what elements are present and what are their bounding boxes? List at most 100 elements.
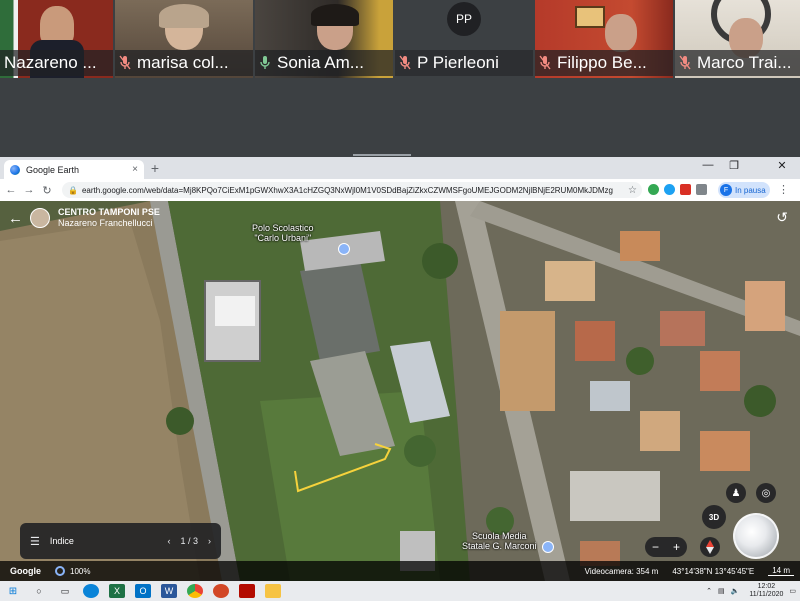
bookmark-star-icon[interactable]: ☆ xyxy=(628,185,637,196)
extension-icon[interactable] xyxy=(664,184,675,195)
zoom-in-button[interactable]: + xyxy=(673,540,680,554)
profile-status: In pausa xyxy=(735,185,766,195)
extension-icon[interactable] xyxy=(680,184,691,195)
index-panel[interactable]: ☰ Indice ‹ 1 / 3 › xyxy=(20,523,221,559)
author-avatar xyxy=(30,208,50,228)
acrobat-icon[interactable] xyxy=(239,584,255,598)
call-background xyxy=(0,78,800,156)
slide-pager: ‹ 1 / 3 › xyxy=(167,536,211,546)
chrome-icon[interactable] xyxy=(187,584,203,598)
clock-date: 11/11/2020 xyxy=(749,591,784,598)
screen: Nazareno ... marisa col... Sonia Am... P… xyxy=(0,0,800,601)
compass-icon[interactable] xyxy=(700,537,720,557)
google-logo: Google xyxy=(10,566,41,576)
tab-google-earth[interactable]: Google Earth × xyxy=(4,160,144,179)
tab-close-icon[interactable]: × xyxy=(132,164,138,175)
participant-tile[interactable]: Marco Trai... xyxy=(675,0,800,78)
mic-muted-icon xyxy=(679,55,691,71)
chevron-right-icon[interactable]: › xyxy=(208,536,211,546)
toggle-3d-button[interactable]: 3D xyxy=(702,505,726,529)
pager-text: 1 / 3 xyxy=(180,536,198,546)
pegman-icon[interactable]: ♟ xyxy=(726,483,746,503)
windows-taskbar: ⊞ ○ ▭ X O W ⌃ ▤ 🔈 12:02 11/11/2020 ▭ xyxy=(0,581,800,601)
scale-bar: 14 m xyxy=(768,566,794,576)
place-label-scuola-media[interactable]: Scuola Media Statale G. Marconi xyxy=(462,531,537,551)
chevron-left-icon[interactable]: ‹ xyxy=(167,536,170,546)
search-icon[interactable]: ○ xyxy=(31,584,47,598)
participant-tile[interactable]: Nazareno ... xyxy=(0,0,113,78)
globe-overview-icon[interactable] xyxy=(733,513,779,559)
system-tray: ⌃ ▤ 🔈 12:02 11/11/2020 ▭ xyxy=(706,583,796,599)
status-bar: Google 100% Videocamera: 354 m 43°14'38"… xyxy=(0,561,800,581)
windows-start-icon[interactable]: ⊞ xyxy=(5,584,21,598)
lock-icon: 🔒 xyxy=(68,185,78,195)
camera-altitude: Videocamera: 354 m xyxy=(584,566,659,576)
participant-name: Nazareno ... xyxy=(4,53,97,72)
powerpoint-icon[interactable] xyxy=(213,584,229,598)
zoom-out-button[interactable]: − xyxy=(652,540,659,554)
restore-button[interactable]: ❐ xyxy=(722,159,746,172)
reload-icon[interactable]: ↻ xyxy=(38,184,56,197)
task-view-icon[interactable]: ▭ xyxy=(57,584,73,598)
profile-avatar: F xyxy=(720,184,732,196)
mic-muted-icon xyxy=(539,55,551,71)
place-pin-icon[interactable] xyxy=(542,541,554,553)
participant-name: Filippo Be... xyxy=(557,53,647,72)
participant-tile[interactable]: Filippo Be... xyxy=(535,0,673,78)
loading-indicator-icon xyxy=(55,566,65,576)
zoom-controls: − + xyxy=(645,537,687,557)
file-explorer-icon[interactable] xyxy=(265,584,281,598)
participant-strip: Nazareno ... marisa col... Sonia Am... P… xyxy=(0,0,800,78)
project-title: CENTRO TAMPONI PSE xyxy=(58,207,160,217)
participant-avatar: PP xyxy=(447,2,481,36)
loading-percent: 100% xyxy=(70,566,91,576)
back-arrow-icon[interactable]: ← xyxy=(2,184,20,196)
presentation-drag-handle[interactable] xyxy=(353,154,411,156)
address-bar[interactable]: 🔒 earth.google.com/web/data=Mj8KPQo7CiEx… xyxy=(62,182,642,198)
new-tab-button[interactable]: + xyxy=(148,160,162,176)
outlook-icon[interactable]: O xyxy=(135,584,151,598)
more-menu-icon[interactable]: ⋮ xyxy=(778,183,789,196)
participant-name: Marco Trai... xyxy=(697,53,792,72)
participant-tile[interactable]: marisa col... xyxy=(115,0,253,78)
volume-icon[interactable]: 🔈 xyxy=(731,587,740,595)
participant-tile[interactable]: PP P Pierleoni xyxy=(395,0,533,78)
browser-toolbar: ← → ↻ 🔒 earth.google.com/web/data=Mj8KPQ… xyxy=(0,179,800,201)
extensions-puzzle-icon[interactable] xyxy=(696,184,707,195)
google-earth-favicon-icon xyxy=(10,164,20,175)
my-location-icon[interactable]: ◎ xyxy=(756,483,776,503)
tab-title: Google Earth xyxy=(26,164,80,175)
list-icon: ☰ xyxy=(30,535,40,548)
url-text: earth.google.com/web/data=Mj8KPQo7CiExM1… xyxy=(81,185,613,195)
extension-icon[interactable] xyxy=(648,184,659,195)
earth-map-view[interactable]: ← CENTRO TAMPONI PSE Nazareno Franchellu… xyxy=(0,201,800,581)
tab-bar: Google Earth × + — ❐ ✕ xyxy=(0,157,800,179)
minimize-button[interactable]: — xyxy=(696,159,720,171)
close-window-button[interactable]: ✕ xyxy=(770,159,794,172)
project-author: Nazareno Franchellucci xyxy=(58,218,153,228)
coordinates: 43°14'38"N 13°45'45"E xyxy=(672,566,755,576)
reset-view-icon[interactable]: ↺ xyxy=(776,209,788,226)
mic-muted-icon xyxy=(119,55,131,71)
notification-icon[interactable]: ▭ xyxy=(789,587,796,595)
participant-tile[interactable]: Sonia Am... xyxy=(255,0,393,78)
excel-icon[interactable]: X xyxy=(109,584,125,598)
profile-button[interactable]: F In pausa xyxy=(718,182,770,198)
participant-name: P Pierleoni xyxy=(417,53,499,72)
place-pin-icon[interactable] xyxy=(338,243,350,255)
participant-name: marisa col... xyxy=(137,53,229,72)
edge-icon[interactable] xyxy=(83,584,99,598)
place-label-polo-scolastico[interactable]: Polo Scolastico "Carlo Urbani" xyxy=(252,223,314,243)
mic-icon xyxy=(259,55,271,71)
back-arrow-icon[interactable]: ← xyxy=(8,210,30,227)
mic-muted-icon xyxy=(399,55,411,71)
forward-arrow-icon[interactable]: → xyxy=(20,184,38,196)
word-icon[interactable]: W xyxy=(161,584,177,598)
clock[interactable]: 12:02 11/11/2020 xyxy=(749,583,783,599)
clock-time: 12:02 xyxy=(757,583,776,590)
project-header: ← CENTRO TAMPONI PSE Nazareno Franchellu… xyxy=(8,207,160,229)
index-label: Indice xyxy=(49,536,74,546)
browser-window: Google Earth × + — ❐ ✕ ← → ↻ 🔒 earth.goo… xyxy=(0,157,800,581)
tray-chevron-icon[interactable]: ⌃ xyxy=(706,587,712,595)
network-icon[interactable]: ▤ xyxy=(718,587,725,595)
